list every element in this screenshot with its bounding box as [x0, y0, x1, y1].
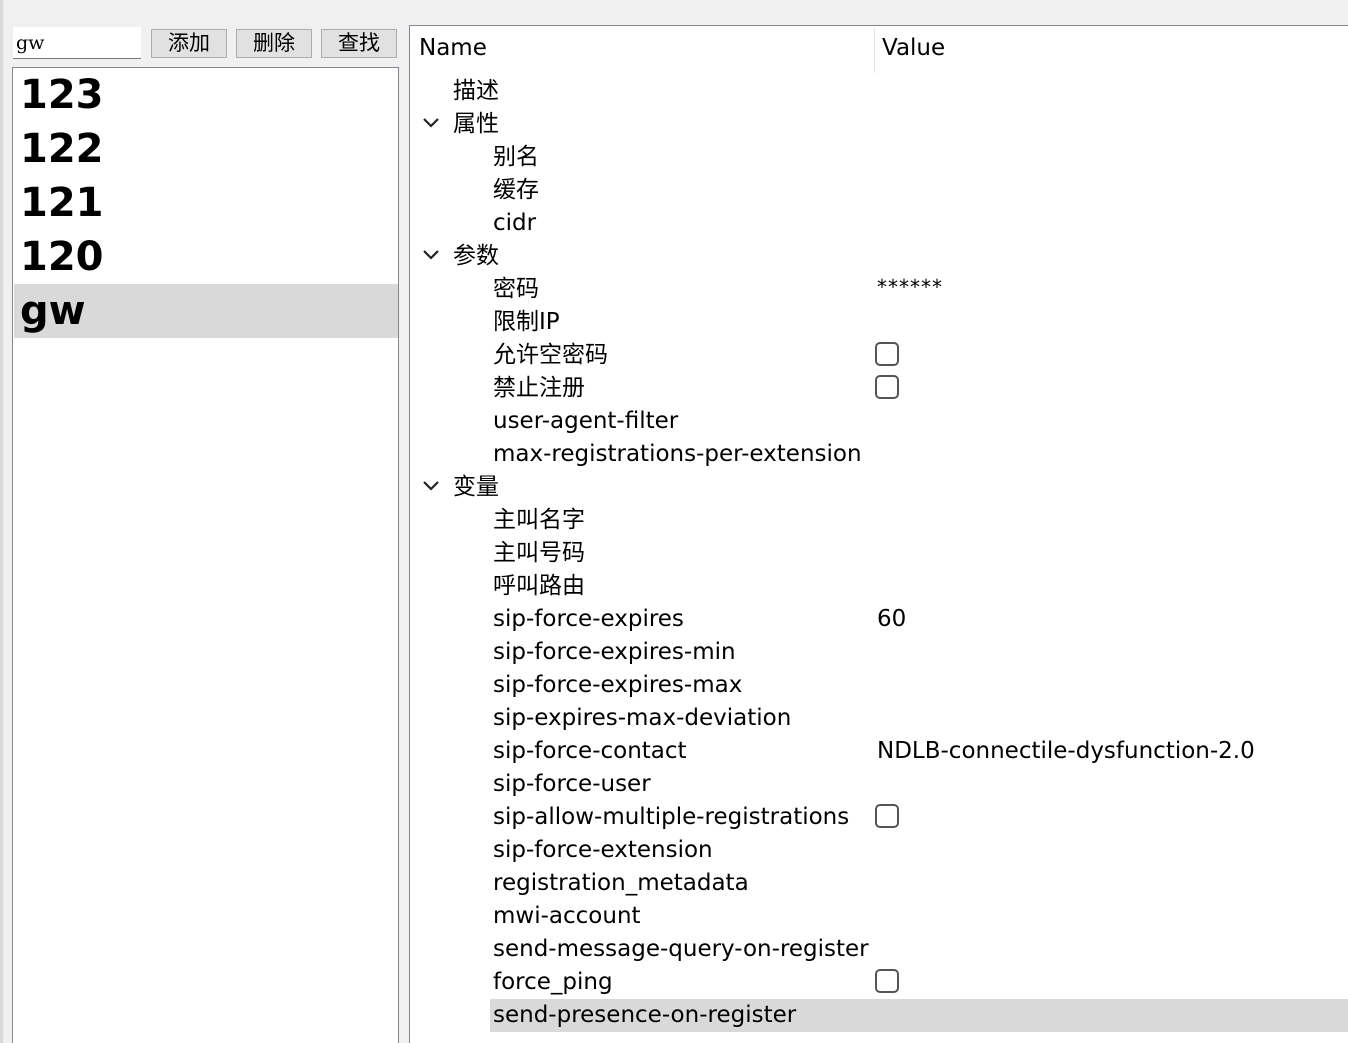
grid-property-row[interactable]: send-message-query-on-register — [410, 933, 1348, 966]
property-label: send-presence-on-register — [493, 1002, 797, 1028]
property-checkbox[interactable] — [875, 375, 899, 399]
grid-property-row[interactable]: send-presence-on-register — [410, 999, 1348, 1032]
password-value[interactable]: ****** — [877, 273, 943, 301]
property-label: user-agent-filter — [493, 408, 679, 434]
grid-property-row[interactable]: sip-force-extension — [410, 834, 1348, 867]
property-label: 别名 — [493, 144, 539, 170]
property-value[interactable]: 60 — [877, 605, 906, 633]
grid-property-row[interactable]: cidr — [410, 207, 1348, 240]
property-label: 密码 — [493, 276, 539, 302]
delete-button[interactable]: 删除 — [236, 29, 312, 58]
property-label: max-registrations-per-extension — [493, 441, 862, 467]
property-label: sip-force-user — [493, 771, 651, 797]
chevron-down-icon[interactable] — [420, 475, 442, 497]
window-edge — [0, 0, 3, 1043]
grid-property-row[interactable]: sip-force-expires-max — [410, 669, 1348, 702]
grid-property-row[interactable]: registration_metadata — [410, 867, 1348, 900]
property-label: 变量 — [453, 474, 499, 500]
list-item[interactable]: 120 — [14, 230, 398, 284]
property-checkbox[interactable] — [875, 342, 899, 366]
column-separator[interactable] — [874, 28, 875, 73]
property-grid: Name Value 描述属性别名缓存 cidr 参数密码 ****** 限制IP 允许空… — [409, 25, 1348, 1043]
grid-property-row[interactable]: 缓存 — [410, 174, 1348, 207]
property-value[interactable]: NDLB-connectile-dysfunction-2.0 — [877, 737, 1255, 765]
property-label: 禁止注册 — [493, 375, 585, 401]
property-label: 主叫号码 — [493, 540, 585, 566]
property-label: cidr — [493, 210, 537, 236]
grid-category-row[interactable]: 描述 — [410, 75, 1348, 108]
add-button[interactable]: 添加 — [151, 29, 227, 58]
grid-property-row[interactable]: 限制IP — [410, 306, 1348, 339]
grid-property-row[interactable]: 主叫名字 — [410, 504, 1348, 537]
property-label: sip-force-expires — [493, 606, 684, 632]
property-label: sip-force-expires-min — [493, 639, 736, 665]
grid-category-row[interactable]: 变量 — [410, 471, 1348, 504]
grid-property-row[interactable]: user-agent-filter — [410, 405, 1348, 438]
grid-property-row[interactable]: sip-expires-max-deviation — [410, 702, 1348, 735]
grid-property-row[interactable]: sip-force-expires-min — [410, 636, 1348, 669]
property-label: registration_metadata — [493, 870, 749, 896]
search-input[interactable] — [13, 27, 141, 59]
property-label: 属性 — [453, 111, 499, 137]
property-label: 允许空密码 — [493, 342, 608, 368]
grid-category-row[interactable]: 参数 — [410, 240, 1348, 273]
account-list[interactable]: 123 122 121 120 gw — [12, 67, 399, 1043]
property-label: mwi-account — [493, 903, 641, 929]
property-label: 参数 — [453, 243, 499, 269]
grid-property-row[interactable]: max-registrations-per-extension — [410, 438, 1348, 471]
list-item[interactable]: 123 — [14, 68, 398, 122]
property-label: 描述 — [453, 78, 499, 104]
grid-category-row[interactable]: 属性 — [410, 108, 1348, 141]
property-label: 主叫名字 — [493, 507, 585, 533]
grid-property-row[interactable]: sip-force-contact NDLB-connectile-dysfunc… — [410, 735, 1348, 768]
grid-property-row[interactable]: sip-force-expires 60 — [410, 603, 1348, 636]
grid-rows: 描述属性别名缓存 cidr 参数密码 ****** 限制IP 允许空密码禁止注册 user-… — [410, 75, 1348, 1032]
grid-property-row[interactable]: 呼叫路由 — [410, 570, 1348, 603]
grid-property-row[interactable]: 密码 ****** — [410, 273, 1348, 306]
grid-property-row[interactable]: 主叫号码 — [410, 537, 1348, 570]
grid-property-row[interactable]: force_ping — [410, 966, 1348, 999]
property-checkbox[interactable] — [875, 804, 899, 828]
list-item[interactable]: 122 — [14, 122, 398, 176]
property-label: sip-force-extension — [493, 837, 713, 863]
property-label: 呼叫路由 — [493, 573, 585, 599]
column-header-value[interactable]: Value — [882, 35, 945, 61]
property-label: 限制IP — [493, 309, 560, 335]
find-button[interactable]: 查找 — [321, 29, 397, 58]
chevron-down-icon[interactable] — [420, 244, 442, 266]
grid-header: Name Value — [410, 26, 1348, 73]
property-checkbox[interactable] — [875, 969, 899, 993]
grid-property-row[interactable]: sip-force-user — [410, 768, 1348, 801]
property-label: sip-force-expires-max — [493, 672, 743, 698]
property-label: 缓存 — [493, 177, 539, 203]
list-item[interactable]: 121 — [14, 176, 398, 230]
property-label: force_ping — [493, 969, 613, 995]
list-item[interactable]: gw — [14, 284, 398, 338]
property-label: sip-expires-max-deviation — [493, 705, 792, 731]
chevron-down-icon[interactable] — [420, 112, 442, 134]
grid-property-row[interactable]: 禁止注册 — [410, 372, 1348, 405]
grid-property-row[interactable]: 别名 — [410, 141, 1348, 174]
property-label: sip-allow-multiple-registrations — [493, 804, 850, 830]
property-label: sip-force-contact — [493, 738, 687, 764]
grid-property-row[interactable]: mwi-account — [410, 900, 1348, 933]
grid-property-row[interactable]: 允许空密码 — [410, 339, 1348, 372]
grid-property-row[interactable]: sip-allow-multiple-registrations — [410, 801, 1348, 834]
property-label: send-message-query-on-register — [493, 936, 869, 962]
column-header-name[interactable]: Name — [419, 35, 487, 61]
app-window: 添加 删除 查找 123122121120gw Name Value 描述属性别… — [0, 0, 1348, 1043]
